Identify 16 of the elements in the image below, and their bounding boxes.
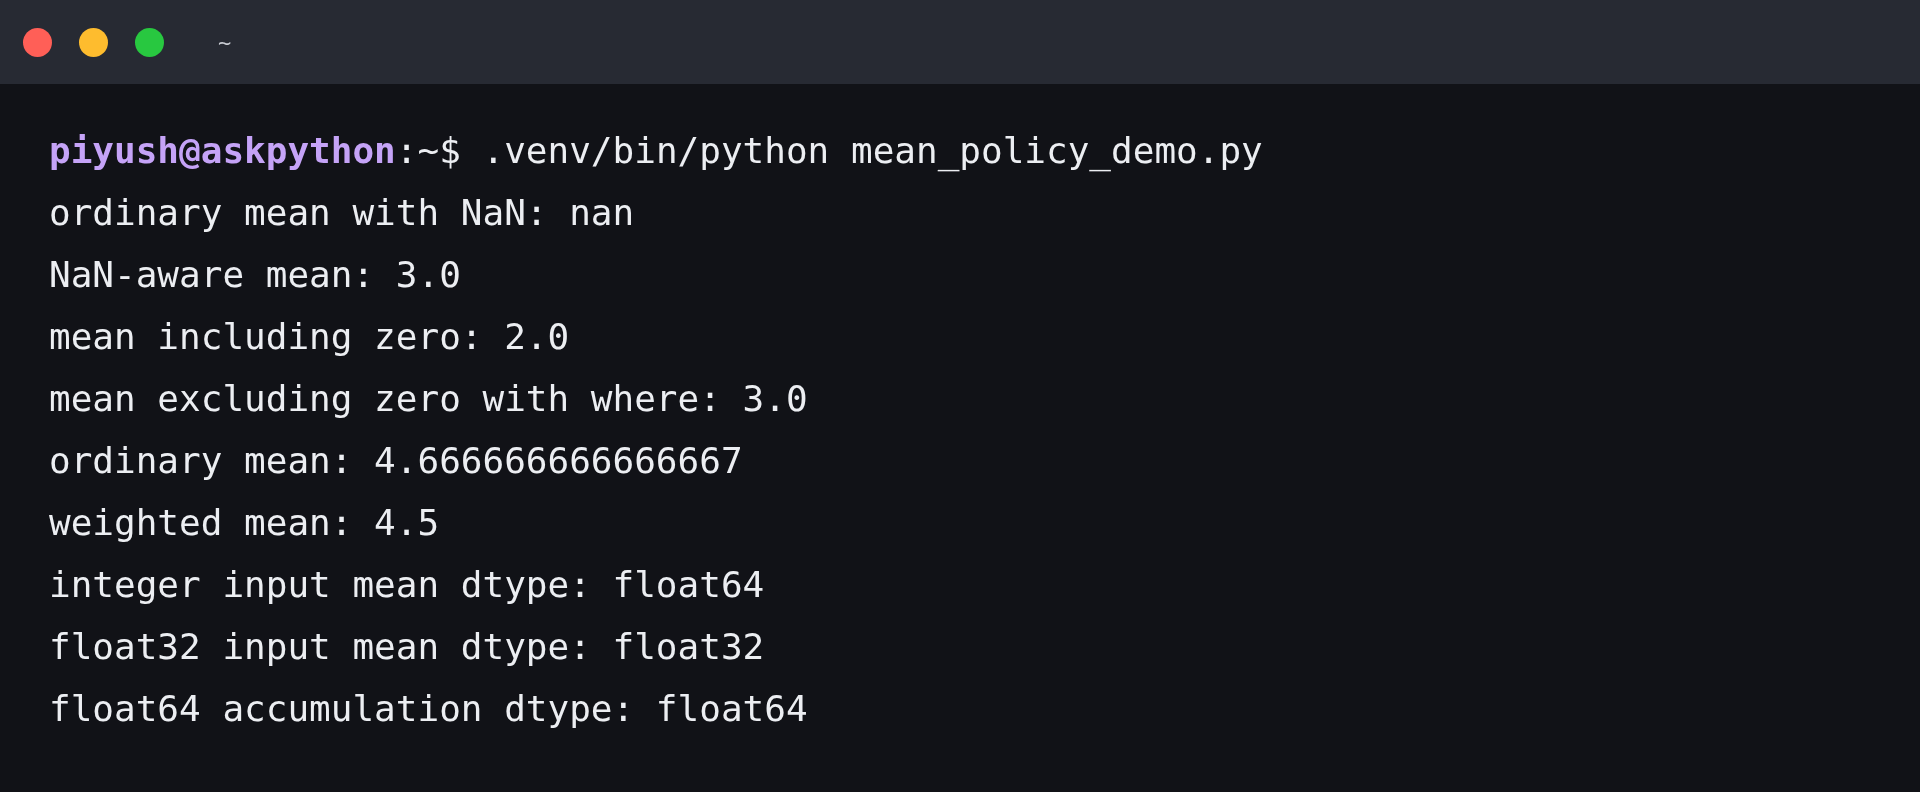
maximize-button[interactable] (135, 27, 164, 57)
output-line: integer input mean dtype: float64 (49, 564, 765, 605)
output-line: mean excluding zero with where: 3.0 (49, 378, 808, 419)
output-line: float64 accumulation dtype: float64 (49, 688, 808, 729)
output-line: float32 input mean dtype: float32 (49, 626, 765, 667)
prompt-path: :~$ (395, 130, 461, 171)
minimize-button[interactable] (79, 27, 108, 57)
close-button[interactable] (23, 27, 52, 57)
output-line: ordinary mean with NaN: nan (49, 192, 635, 233)
command-text: .venv/bin/python mean_policy_demo.py (482, 130, 1263, 171)
output-line: weighted mean: 4.5 (49, 502, 440, 543)
output-line: mean including zero: 2.0 (49, 316, 570, 357)
prompt-user-host: piyush@askpython (49, 130, 396, 171)
output-line: ordinary mean: 4.666666666666667 (49, 440, 743, 481)
output-line: NaN-aware mean: 3.0 (49, 254, 461, 295)
window-title: ~ (218, 28, 232, 57)
